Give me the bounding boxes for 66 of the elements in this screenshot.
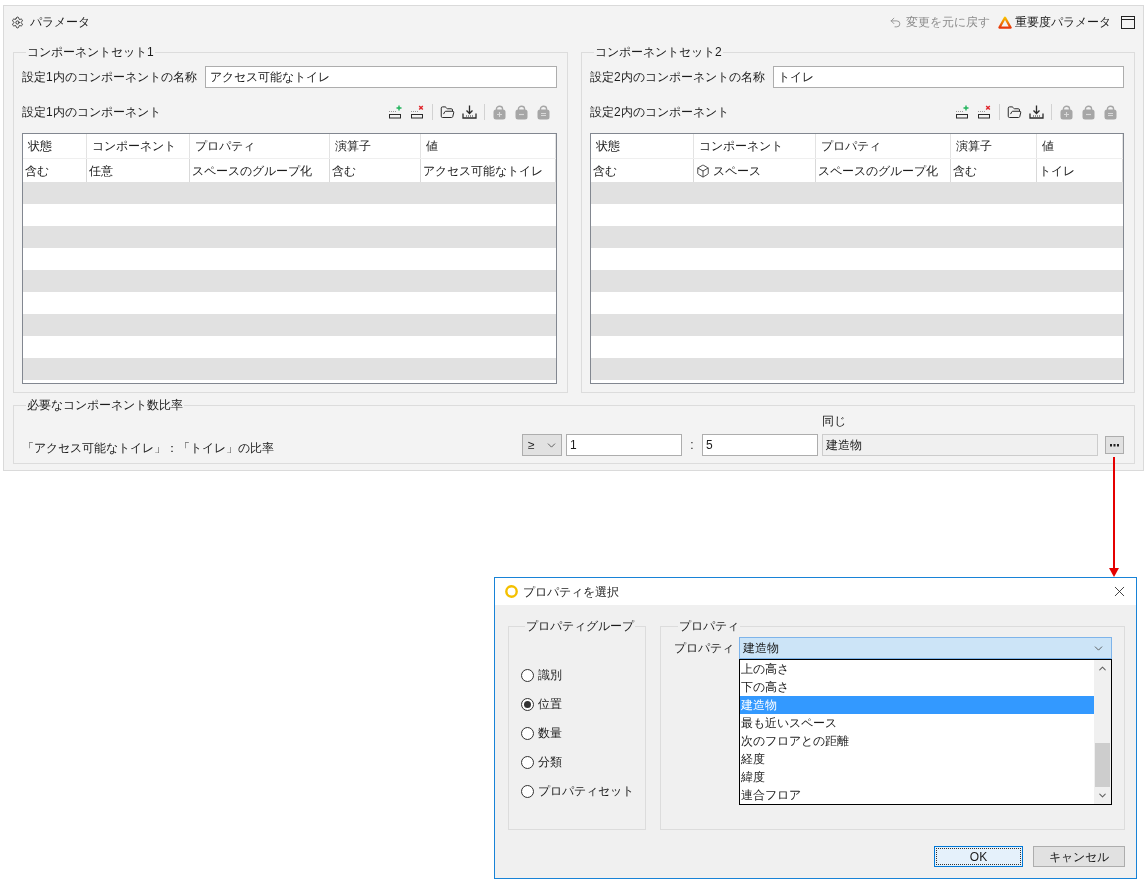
property-dropdown[interactable]: 建造物: [739, 637, 1112, 659]
add-row-icon[interactable]: [388, 105, 403, 119]
ratio-input-field[interactable]: 5: [702, 434, 818, 456]
radio-option[interactable]: プロパティセット: [521, 782, 634, 800]
ratio-description: 「アクセス可能なトイレ」：「トイレ」の比率: [22, 440, 274, 456]
column-header: 状態: [591, 134, 694, 158]
browse-button[interactable]: [1105, 436, 1124, 454]
column-header: 状態: [23, 134, 87, 158]
ellipsis-icon: [1110, 443, 1119, 447]
add-row-icon[interactable]: [955, 105, 970, 119]
name-input-field[interactable]: アクセス可能なトイレ: [205, 66, 557, 88]
column-header: コンポーネント: [694, 134, 816, 158]
download-icon[interactable]: [462, 105, 477, 119]
column-header: コンポーネント: [87, 134, 190, 158]
column-header: 演算子: [951, 134, 1037, 158]
list-option[interactable]: 上の高さ: [740, 660, 1094, 678]
delete-row-icon[interactable]: [410, 105, 425, 119]
panel-title: 必要なコンポーネント数比率: [26, 397, 184, 413]
ratio-separator: :: [689, 437, 695, 454]
column-header: 値: [421, 134, 556, 158]
list-option[interactable]: 経度: [740, 750, 1094, 768]
list-option[interactable]: 最も近いスペース: [740, 714, 1094, 732]
column-header: プロパティ: [190, 134, 330, 158]
column-header: 値: [1037, 134, 1123, 158]
section-label: 設定2内のコンポーネント: [590, 104, 729, 120]
field-label: 設定2内のコンポーネントの名称: [590, 69, 766, 85]
panel-title: コンポーネントセット2: [594, 44, 723, 60]
list-option[interactable]: 連合フロア: [740, 786, 1094, 804]
radio-option[interactable]: 分類: [521, 753, 562, 771]
dialog-button[interactable]: OK: [934, 846, 1023, 867]
radio-option[interactable]: 数量: [521, 724, 562, 742]
name-input-field[interactable]: トイレ: [773, 66, 1124, 88]
list-scrollbar[interactable]: [1094, 660, 1111, 804]
scroll-down-icon[interactable]: [1097, 790, 1108, 801]
download-icon[interactable]: [1029, 105, 1044, 119]
panel-title: プロパティ: [678, 618, 740, 634]
panel-heading: パラメータ: [30, 14, 90, 30]
panel-title: プロパティグループ: [525, 618, 635, 634]
field-label: 同じ: [822, 413, 846, 429]
scroll-thumb[interactable]: [1095, 743, 1110, 787]
section-label: 設定1内のコンポーネント: [22, 104, 161, 120]
dialog-button[interactable]: キャンセル: [1033, 846, 1125, 867]
delete-row-icon[interactable]: [977, 105, 992, 119]
ring-icon: [505, 585, 518, 598]
cube-icon: [696, 163, 710, 178]
column-header: プロパティ: [816, 134, 951, 158]
undo-icon: [889, 15, 902, 29]
folder-icon[interactable]: [1007, 104, 1022, 120]
radio-option[interactable]: 識別: [521, 666, 562, 684]
settings-icon: [11, 15, 24, 29]
radio-option[interactable]: 位置: [521, 695, 562, 713]
panel-title: コンポーネントセット1: [26, 44, 155, 60]
column-header: 演算子: [330, 134, 421, 158]
cell-text: スペース: [713, 162, 761, 179]
list-option[interactable]: 次のフロアとの距離: [740, 732, 1094, 750]
list-option[interactable]: 緯度: [740, 768, 1094, 786]
field-label: プロパティ: [674, 640, 735, 657]
operator-dropdown[interactable]: ≥: [522, 434, 562, 456]
list-option[interactable]: 下の高さ: [740, 678, 1094, 696]
warning-triangle-icon: [998, 15, 1012, 29]
field-label: 設定1内のコンポーネントの名称: [22, 69, 198, 85]
window-icon[interactable]: [1121, 15, 1135, 29]
dialog-title: プロパティを選択: [523, 583, 620, 600]
ratio-input-field[interactable]: 1: [566, 434, 682, 456]
folder-icon[interactable]: [440, 104, 455, 120]
importance-parameters-button[interactable]: 重要度パラメータ: [998, 14, 1111, 30]
